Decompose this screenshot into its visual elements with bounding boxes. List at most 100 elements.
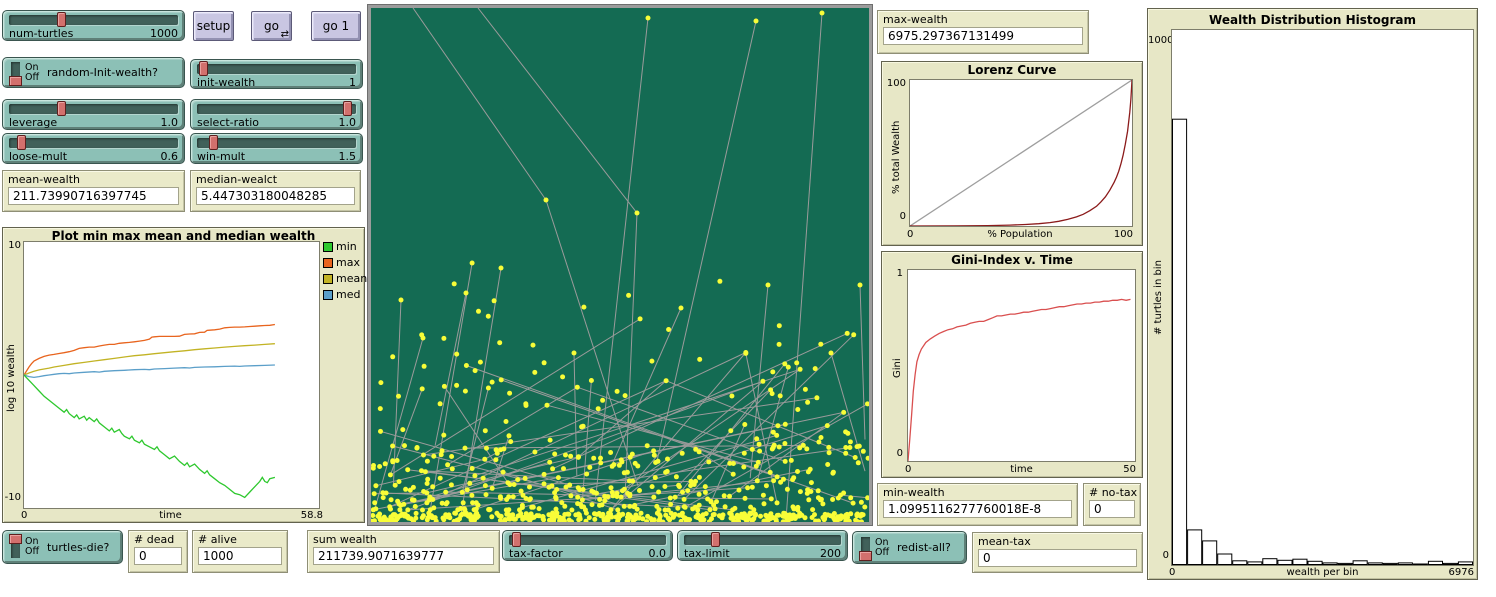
random-init-wealth-switch[interactable]: On Off random-Init-wealth?: [2, 57, 185, 88]
monitor-label: mean-tax: [978, 535, 1137, 548]
switch-handle[interactable]: [859, 551, 872, 561]
plot-title: Gini-Index v. Time: [882, 253, 1142, 267]
x-max-tick: 100: [1083, 229, 1133, 241]
slider-handle[interactable]: [199, 61, 208, 76]
slider-track[interactable]: [197, 138, 356, 148]
y-axis-label: Gini: [892, 358, 903, 378]
setup-button[interactable]: setup: [193, 11, 234, 41]
select-ratio-slider[interactable]: select-ratio1.0: [190, 99, 363, 130]
median-wealct-monitor: median-wealct 5.447303180048285: [190, 170, 361, 212]
legend-label-med: med: [336, 288, 360, 301]
legend-swatch-max: [323, 258, 333, 268]
slider-track[interactable]: [9, 104, 178, 114]
wealth-histogram-canvas: [1172, 30, 1473, 565]
slider-handle[interactable]: [711, 532, 720, 547]
legend-swatch-mean: [323, 274, 333, 284]
plot-title: Lorenz Curve: [882, 63, 1142, 77]
gini-index-canvas: [908, 270, 1135, 461]
monitor-value: 211.73990716397745: [8, 187, 179, 205]
switch-name: turtles-die?: [47, 541, 109, 554]
slider-label: num-turtles: [9, 27, 73, 40]
y-min-tick: -10: [3, 492, 21, 504]
monitor-label: min-wealth: [883, 486, 1072, 499]
slider-track[interactable]: [197, 104, 356, 114]
x-max-tick: 6976: [1420, 567, 1474, 579]
dead-monitor: # dead 0: [128, 530, 188, 573]
monitor-value: 1000: [198, 547, 282, 565]
max-wealth-monitor: max-wealth 6975.297367131499: [877, 10, 1089, 54]
slider-track[interactable]: [509, 535, 666, 545]
monitor-label: # alive: [198, 533, 282, 546]
go-once-button[interactable]: go 1: [311, 11, 361, 41]
y-min-tick: 0: [1158, 550, 1169, 562]
y-max-tick: 1000: [1148, 35, 1170, 47]
alive-monitor: # alive 1000: [192, 530, 288, 573]
switch-handle[interactable]: [9, 534, 22, 544]
switch-onoff-labels: On Off: [875, 538, 889, 558]
x-max-tick: 58.8: [273, 510, 323, 522]
slider-handle[interactable]: [512, 532, 521, 547]
switch-off-label: Off: [875, 548, 889, 558]
legend-item-mean: mean: [323, 272, 367, 285]
y-min-tick: 0: [885, 211, 906, 223]
slider-value: 1000: [150, 27, 178, 40]
legend-item-min: min: [323, 240, 357, 253]
redist-all-switch[interactable]: On Off redist-all?: [852, 531, 967, 564]
world-view[interactable]: [368, 5, 872, 525]
monitor-value: 211739.9071639777: [313, 547, 494, 565]
slider-label: tax-limit: [684, 547, 730, 560]
monitor-value: 0: [978, 549, 1137, 567]
slider-track[interactable]: [9, 138, 178, 148]
monitor-value: 1.0995116277760018E-8: [883, 500, 1072, 518]
legend-swatch-min: [323, 242, 333, 252]
init-wealth-slider[interactable]: init-wealth 1: [190, 59, 363, 89]
slider-value: 1: [349, 76, 356, 89]
num-turtles-slider[interactable]: num-turtles 1000: [2, 10, 185, 41]
switch-on-label: On: [875, 538, 889, 548]
switch-handle[interactable]: [9, 76, 22, 86]
x-max-tick: 50: [1088, 464, 1136, 476]
slider-value: 0.6: [161, 150, 179, 163]
switch-off-label: Off: [25, 547, 39, 557]
go-once-button-label: go 1: [323, 19, 349, 33]
turtles-die-switch[interactable]: On Off turtles-die?: [2, 530, 123, 564]
netlogo-interface: num-turtles1000 On Off random-Init-wealt…: [0, 0, 1496, 597]
slider-handle[interactable]: [57, 101, 66, 116]
slider-handle[interactable]: [17, 135, 26, 150]
slider-label: win-mult: [197, 150, 245, 163]
legend-label-mean: mean: [336, 272, 367, 285]
slider-handle[interactable]: [57, 12, 66, 27]
mean-tax-monitor: mean-tax 0: [972, 532, 1143, 573]
switch-name: redist-all?: [897, 541, 951, 554]
slider-label: leverage: [9, 116, 57, 129]
slider-handle[interactable]: [209, 135, 218, 150]
slider-value: 1.0: [161, 116, 179, 129]
legend-label-min: min: [336, 240, 357, 253]
leverage-slider[interactable]: leverage 1.0: [2, 99, 185, 130]
go-button[interactable]: go ⇄: [251, 11, 292, 41]
slider-track[interactable]: [9, 15, 178, 25]
slider-label: init-wealth: [197, 76, 255, 89]
forever-icon: ⇄: [281, 29, 289, 40]
loose-mult-slider[interactable]: loose-mult 0.6: [2, 133, 185, 164]
legend-item-med: med: [323, 288, 360, 301]
slider-value: 1.0: [339, 116, 357, 129]
slider-label: tax-factor: [509, 547, 563, 560]
plot-canvas-frame: [23, 241, 320, 509]
monitor-label: sum wealth: [313, 533, 494, 546]
slider-handle[interactable]: [343, 101, 352, 116]
plot-canvas-frame: [909, 79, 1133, 227]
go-button-label: go: [264, 19, 279, 33]
slider-label: loose-mult: [9, 150, 67, 163]
monitor-label: max-wealth: [883, 13, 1083, 26]
plot-title: Wealth Distribution Histogram: [1148, 13, 1477, 27]
gini-index-plot: Gini-Index v. Time 1 0 Gini 0 time 50: [881, 251, 1143, 478]
mean-wealth-monitor: mean-wealth 211.73990716397745: [2, 170, 185, 212]
slider-track[interactable]: [197, 64, 356, 74]
switch-onoff-labels: On Off: [25, 537, 39, 557]
tax-factor-slider[interactable]: tax-factor0.0: [502, 530, 673, 561]
win-mult-slider[interactable]: win-mult1.5: [190, 133, 363, 164]
tax-limit-slider[interactable]: tax-limit 200: [677, 530, 848, 561]
slider-value: 200: [820, 547, 841, 560]
slider-track[interactable]: [684, 535, 841, 545]
